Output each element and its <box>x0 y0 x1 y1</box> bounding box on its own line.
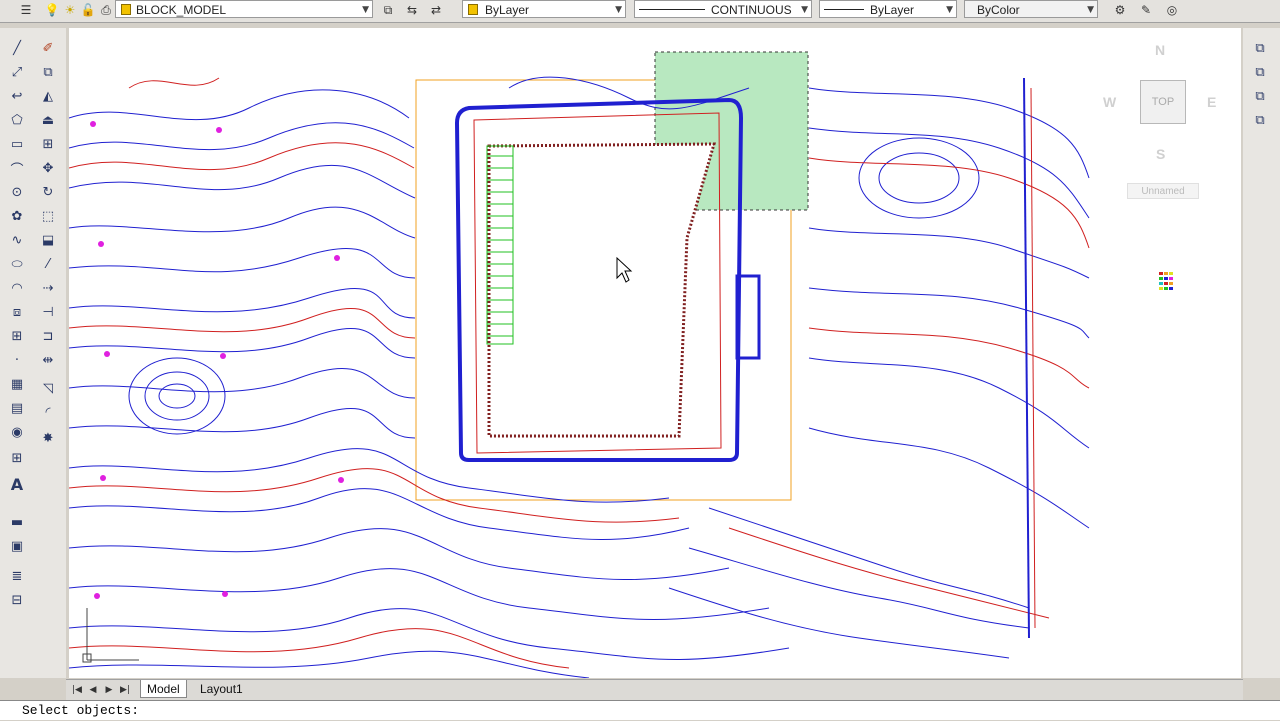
line-icon[interactable]: ╱ <box>7 38 27 58</box>
lineweight-sample <box>824 9 864 10</box>
draworder-front-icon[interactable]: ⧉ <box>1250 38 1270 58</box>
trim-icon[interactable]: ⁄ <box>38 254 58 274</box>
color-swatch <box>468 4 478 15</box>
ucs-icon <box>82 608 139 663</box>
layer-plot-icon[interactable]: ⎙ <box>98 2 114 18</box>
copy-icon[interactable]: ⧉ <box>38 62 58 82</box>
workspace-settings-icon[interactable]: ⚙ <box>1112 2 1128 18</box>
tab-model[interactable]: Model <box>140 680 187 698</box>
layer-dropdown[interactable]: BLOCK_MODEL ▼ <box>115 0 373 18</box>
explode-icon[interactable]: ✸ <box>38 428 58 448</box>
linetype-sample <box>639 9 705 10</box>
revision-cloud-icon[interactable]: ✿ <box>7 206 27 226</box>
chevron-down-icon: ▼ <box>362 5 369 15</box>
move-icon[interactable]: ✥ <box>38 158 58 178</box>
visual-styles-icon[interactable]: ◎ <box>1164 2 1180 18</box>
layer-states-icon[interactable]: ☰ <box>18 2 34 18</box>
lineweight-dropdown[interactable]: ByLayer ▼ <box>819 0 957 18</box>
join-segments-icon[interactable]: ⇹ <box>38 350 58 370</box>
compass-west[interactable]: W <box>1103 94 1116 110</box>
construction-line-icon[interactable]: ⤢ <box>7 62 27 82</box>
hatch-icon[interactable]: ▦ <box>7 374 27 394</box>
multiline-text-icon[interactable]: A <box>7 474 27 494</box>
chevron-down-icon: ▼ <box>946 5 953 15</box>
layer-on-bulb-icon[interactable]: 💡 <box>44 2 60 18</box>
chamfer-icon[interactable]: ◹ <box>38 378 58 398</box>
polyline-icon[interactable]: ↩ <box>7 86 27 106</box>
gradient-icon[interactable]: ▤ <box>7 398 27 418</box>
command-prompt: Select objects: <box>22 703 140 718</box>
layout-tabs-bar: |◀ ◀ ▶ ▶| Model Layout1 <box>66 679 1243 700</box>
extend-icon[interactable]: ⇢ <box>38 278 58 298</box>
chevron-down-icon: ▼ <box>801 5 808 15</box>
chevron-down-icon: ▼ <box>615 5 622 15</box>
array-icon[interactable]: ⊞ <box>38 134 58 154</box>
layer-freeze-sun-icon[interactable]: ☀ <box>62 2 78 18</box>
chevron-down-icon: ▼ <box>1087 5 1094 15</box>
render-icon[interactable]: ✎ <box>1138 2 1154 18</box>
next-tab-icon[interactable]: ▶ <box>102 683 116 697</box>
circle-icon[interactable]: ⊙ <box>7 182 27 202</box>
region-icon[interactable]: ◉ <box>7 422 27 442</box>
stretch-icon[interactable]: ⬓ <box>38 230 58 250</box>
scale-icon[interactable]: ⬚ <box>38 206 58 226</box>
color-legend-icon <box>1159 272 1173 290</box>
polygon-icon[interactable]: ⬠ <box>7 110 27 130</box>
rectangle-icon[interactable]: ▭ <box>7 134 27 154</box>
command-line[interactable]: Select objects: <box>0 700 1280 720</box>
make-object-layer-current-icon[interactable]: ⧉ <box>380 2 396 18</box>
layer-color-swatch <box>121 4 131 15</box>
compass-north[interactable]: N <box>1155 42 1165 58</box>
ellipse-icon[interactable]: ⬭ <box>7 254 27 274</box>
rotate-icon[interactable]: ↻ <box>38 182 58 202</box>
break-icon[interactable]: ⊣ <box>38 302 58 322</box>
mirror-icon[interactable]: ◭ <box>38 86 58 106</box>
drawing-canvas[interactable]: N W E S TOP Unnamed <box>69 28 1241 678</box>
draworder-above-icon[interactable]: ⧉ <box>1250 86 1270 106</box>
left-toolbars: ╱ ⤢ ↩ ⬠ ▭ ⌒ ⊙ ✿ ∿ ⬭ ◠ ⧈ ⊞ · ▦ ▤ ◉ ⊞ A ▬ … <box>0 28 66 678</box>
layer-previous-icon[interactable]: ⇆ <box>404 2 420 18</box>
color-dropdown[interactable]: ByLayer ▼ <box>462 0 626 18</box>
draworder-under-icon[interactable]: ⧉ <box>1250 110 1270 130</box>
tab-layout1[interactable]: Layout1 <box>194 680 249 698</box>
survey-points <box>90 121 344 599</box>
last-tab-icon[interactable]: ▶| <box>118 683 132 697</box>
right-toolbar: ⧉ ⧉ ⧉ ⧉ <box>1243 28 1280 678</box>
plotstyle-dropdown[interactable]: ByColor ▼ <box>964 0 1098 18</box>
east-edge <box>1023 77 1030 639</box>
dimension-icon[interactable]: ▬ <box>7 512 27 532</box>
prev-tab-icon[interactable]: ◀ <box>86 683 100 697</box>
ellipse-arc-icon[interactable]: ◠ <box>7 278 27 298</box>
lineweight-value: ByLayer <box>870 3 915 17</box>
properties-toolbar: ☰ 💡 ☀ 🔓 ⎙ BLOCK_MODEL ▼ ⧉ ⇆ ⇄ ByLayer ▼ … <box>0 0 1280 23</box>
erase-icon[interactable]: ✐ <box>38 38 58 58</box>
fillet-icon[interactable]: ◜ <box>38 402 58 422</box>
arc-icon[interactable]: ⌒ <box>7 158 27 178</box>
table-icon[interactable]: ⊞ <box>7 448 27 468</box>
ucs-menu[interactable]: Unnamed <box>1127 183 1199 199</box>
offset-icon[interactable]: ⏏ <box>38 110 58 130</box>
join-icon[interactable]: ⊐ <box>38 326 58 346</box>
linetype-value: CONTINUOUS <box>711 3 792 17</box>
layer-isolate-icon[interactable]: ⇄ <box>428 2 444 18</box>
layer-name: BLOCK_MODEL <box>136 3 227 17</box>
draworder-back-icon[interactable]: ⧉ <box>1250 62 1270 82</box>
linetype-dropdown[interactable]: CONTINUOUS ▼ <box>634 0 812 18</box>
color-value: ByLayer <box>485 3 530 17</box>
layer-lock-icon[interactable]: 🔓 <box>80 2 96 18</box>
compass-east[interactable]: E <box>1207 94 1216 110</box>
properties-icon[interactable]: ▣ <box>7 536 27 556</box>
tool-palette-icon[interactable]: ⊟ <box>7 590 27 610</box>
insert-block-icon[interactable]: ⧈ <box>7 302 27 322</box>
contour-drawing <box>69 51 1173 678</box>
plotstyle-value: ByColor <box>977 3 1020 17</box>
make-block-icon[interactable]: ⊞ <box>7 326 27 346</box>
viewcube-top-face[interactable]: TOP <box>1140 80 1186 124</box>
point-icon[interactable]: · <box>7 350 27 370</box>
design-center-icon[interactable]: ≣ <box>7 566 27 586</box>
building-pad <box>487 142 716 438</box>
compass-south[interactable]: S <box>1156 146 1165 162</box>
spline-icon[interactable]: ∿ <box>7 230 27 250</box>
first-tab-icon[interactable]: |◀ <box>70 683 84 697</box>
